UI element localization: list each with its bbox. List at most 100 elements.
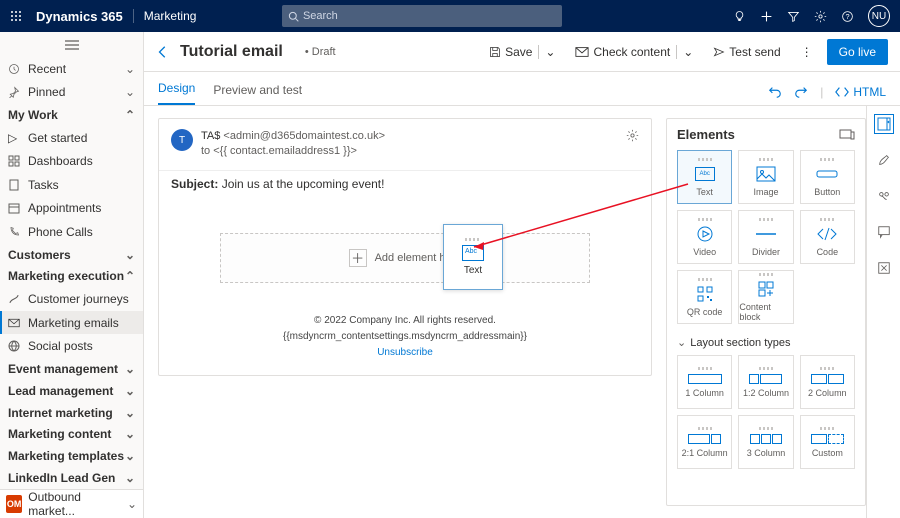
layout-tile-2col[interactable]: 2 Column <box>800 355 855 409</box>
gear-icon[interactable] <box>814 10 827 23</box>
subject-value[interactable]: Join us at the upcoming event! <box>222 177 385 191</box>
nav-group-templates[interactable]: Marketing templates⌄ <box>0 445 143 467</box>
app-launcher-icon[interactable] <box>0 0 32 32</box>
check-content-button[interactable]: Check content⌄ <box>569 40 699 64</box>
user-avatar[interactable]: NU <box>868 5 890 27</box>
save-button[interactable]: Save⌄ <box>483 40 561 64</box>
rail-accessibility-icon[interactable] <box>874 258 894 278</box>
globe-icon <box>8 340 22 352</box>
layout-tile-3col[interactable]: 3 Column <box>738 415 793 469</box>
layout-tile-custom[interactable]: Custom <box>800 415 855 469</box>
nav-appointments[interactable]: Appointments <box>0 197 143 221</box>
nav-marketing-emails[interactable]: Marketing emails <box>0 311 143 335</box>
nav-pinned[interactable]: Pinned ⌄ <box>0 81 143 105</box>
chevron-down-icon[interactable]: ⌄ <box>545 45 555 59</box>
plus-icon[interactable] <box>760 10 773 23</box>
more-commands-button[interactable]: ⋮ <box>795 40 819 64</box>
sender-name: TA$ <box>201 130 220 142</box>
layout-tile-1-2col[interactable]: 1:2 Column <box>738 355 793 409</box>
element-tile-video[interactable]: Video <box>677 210 732 264</box>
nav-group-marketing-exec[interactable]: Marketing execution⌃ <box>0 266 143 288</box>
email-footer: © 2022 Company Inc. All rights reserved.… <box>159 313 651 361</box>
nav-tasks[interactable]: Tasks <box>0 173 143 197</box>
subject-label: Subject: <box>171 177 218 191</box>
element-tile-text[interactable]: AbcText <box>677 150 732 204</box>
global-search[interactable]: Search <box>282 5 562 27</box>
nav-dashboards[interactable]: Dashboards <box>0 150 143 174</box>
nav-group-linkedin[interactable]: LinkedIn Lead Gen⌄ <box>0 467 143 489</box>
element-tile-divider[interactable]: Divider <box>738 210 793 264</box>
sender-avatar: T <box>171 129 193 151</box>
mail-icon <box>8 317 22 329</box>
area-badge: OM <box>6 495 22 513</box>
element-tile-qr[interactable]: QR code <box>677 270 732 324</box>
nav-phone-calls[interactable]: Phone Calls <box>0 220 143 244</box>
drop-zone[interactable]: ＋ Add element here Text <box>220 233 590 283</box>
tab-design[interactable]: Design <box>158 81 195 105</box>
global-topbar: Dynamics 365 Marketing Search ? NU <box>0 0 900 32</box>
chevron-down-icon[interactable]: ⌄ <box>683 45 693 59</box>
chevron-down-icon: ⌄ <box>127 497 137 511</box>
lightbulb-icon[interactable] <box>733 10 746 23</box>
test-send-button[interactable]: Test send <box>707 40 786 64</box>
nav-group-mywork[interactable]: My Work ⌃ <box>0 104 143 126</box>
elements-panel: Elements AbcText Image Button Video Divi… <box>666 118 866 506</box>
nav-recent[interactable]: Recent ⌄ <box>0 57 143 81</box>
panel-title: Elements <box>677 127 735 142</box>
go-live-button[interactable]: Go live <box>827 39 888 65</box>
nav-get-started[interactable]: ▷Get started <box>0 126 143 150</box>
unsubscribe-link[interactable]: Unsubscribe <box>377 347 433 358</box>
add-element-icon[interactable]: ＋ <box>349 249 367 267</box>
chevron-up-icon: ⌃ <box>125 269 135 283</box>
redo-button[interactable] <box>794 85 808 99</box>
element-tile-code[interactable]: Code <box>800 210 855 264</box>
tab-preview[interactable]: Preview and test <box>213 83 302 105</box>
device-icon[interactable] <box>839 129 855 141</box>
nav-group-content[interactable]: Marketing content⌄ <box>0 423 143 445</box>
html-toggle[interactable]: HTML <box>835 85 886 99</box>
nav-social-posts[interactable]: Social posts <box>0 334 143 358</box>
calendar-icon <box>8 202 22 214</box>
sender-email: <admin@d365domaintest.co.uk> <box>223 130 385 142</box>
nav-group-event[interactable]: Event management⌄ <box>0 358 143 380</box>
layout-tile-1col[interactable]: 1 Column <box>677 355 732 409</box>
chevron-down-icon: ⌄ <box>125 85 135 99</box>
play-icon: ▷ <box>8 131 22 145</box>
back-button[interactable] <box>156 45 170 59</box>
record-status: Draft <box>305 46 336 58</box>
rail-feedback-icon[interactable] <box>874 222 894 242</box>
element-tile-button[interactable]: Button <box>800 150 855 204</box>
filter-icon[interactable] <box>787 10 800 23</box>
layout-section-header[interactable]: Layout section types <box>677 336 855 349</box>
clipboard-icon <box>8 179 22 191</box>
record-title: Tutorial email <box>180 43 283 61</box>
command-bar: Tutorial email Draft Save⌄ Check content… <box>144 32 900 72</box>
chevron-down-icon: ⌄ <box>125 248 135 262</box>
help-icon[interactable]: ? <box>841 10 854 23</box>
nav-group-internet[interactable]: Internet marketing⌄ <box>0 402 143 424</box>
rail-elements-icon[interactable] <box>874 114 894 134</box>
grid-icon <box>8 155 22 167</box>
chevron-down-icon: ⌄ <box>125 449 135 463</box>
area-switcher[interactable]: OM Outbound market... ⌄ <box>0 489 143 518</box>
rail-styles-icon[interactable] <box>874 150 894 170</box>
element-tile-content-block[interactable]: Content block <box>738 270 793 324</box>
nav-customer-journeys[interactable]: Customer journeys <box>0 287 143 311</box>
right-rail <box>866 106 900 518</box>
chevron-up-icon: ⌃ <box>125 108 135 122</box>
nav-label: Pinned <box>28 85 65 99</box>
nav-collapse-icon[interactable] <box>0 32 143 57</box>
undo-button[interactable] <box>768 85 782 99</box>
element-tile-image[interactable]: Image <box>738 150 793 204</box>
nav-group-customers[interactable]: Customers⌄ <box>0 244 143 266</box>
chevron-down-icon: ⌄ <box>125 384 135 398</box>
nav-group-lead[interactable]: Lead management⌄ <box>0 380 143 402</box>
phone-icon <box>8 226 22 238</box>
layout-tile-2-1col[interactable]: 2:1 Column <box>677 415 732 469</box>
rail-personalize-icon[interactable] <box>874 186 894 206</box>
nav-label: Recent <box>28 62 66 76</box>
header-settings-icon[interactable] <box>626 129 639 160</box>
divider <box>133 9 134 23</box>
to-line: to <{{ contact.emailaddress1 }}> <box>201 144 618 159</box>
dragging-tile: Text <box>443 224 503 290</box>
